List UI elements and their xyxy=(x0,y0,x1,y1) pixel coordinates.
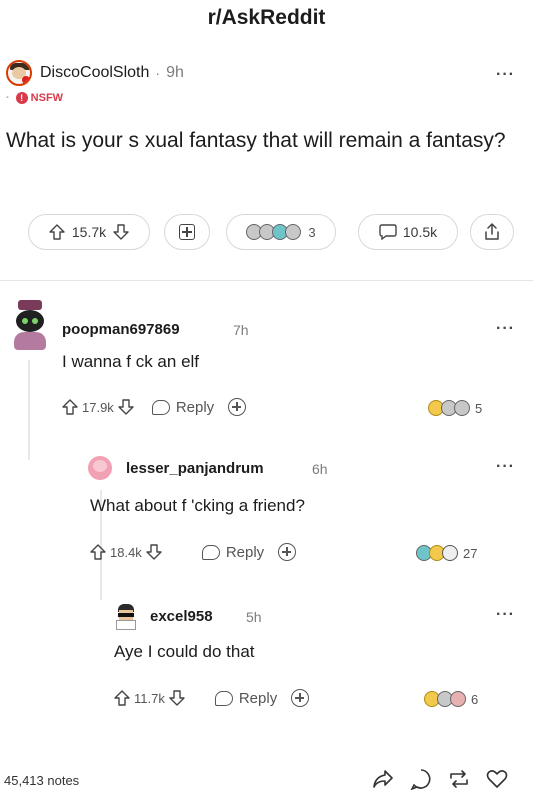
comment-time: 7h xyxy=(233,322,249,338)
nsfw-icon: ! xyxy=(15,92,28,104)
comment-upvote-count: 11.7k xyxy=(134,690,165,706)
reply-label: Reply xyxy=(175,398,215,416)
post-meta: DiscoCoolSloth · 9h xyxy=(6,60,184,86)
comment-count: 10.5k xyxy=(402,224,438,240)
reply-label: Reply xyxy=(238,689,278,707)
notes-count[interactable]: 45,413 notes xyxy=(4,773,79,788)
post-title[interactable]: What is your s xual fantasy that will re… xyxy=(6,128,506,154)
add-award-icon[interactable] xyxy=(291,689,310,707)
comment-text: What about f 'cking a friend? xyxy=(90,496,305,515)
comment-awards[interactable]: 5 xyxy=(428,400,482,416)
comment-time: 5h xyxy=(246,609,262,625)
post-time: 9h xyxy=(166,64,184,81)
comment-author[interactable]: excel958 xyxy=(150,608,213,625)
comments-button[interactable]: 10.5k xyxy=(358,214,458,250)
heart-icon[interactable] xyxy=(486,769,508,789)
comment-icon[interactable] xyxy=(410,768,432,790)
post-vote-bar: 15.7k xyxy=(28,214,150,250)
skull-award-icon xyxy=(442,545,458,561)
comment-time: 6h xyxy=(312,461,328,477)
comment-icon xyxy=(379,224,397,240)
comment-author[interactable]: poopman697869 xyxy=(62,321,180,338)
award-button[interactable] xyxy=(164,214,210,250)
nsfw-label: NSFW xyxy=(30,92,64,104)
share-button[interactable] xyxy=(470,214,514,250)
post-more-button[interactable]: ··· xyxy=(496,66,515,84)
add-award-icon[interactable] xyxy=(278,543,297,561)
reply-label: Reply xyxy=(225,543,265,561)
reply-button[interactable]: Reply xyxy=(214,689,278,707)
reply-icon xyxy=(151,399,170,415)
upvote-icon[interactable] xyxy=(114,690,130,706)
comment-upvote-count: 17.9k xyxy=(82,399,114,415)
commenter-avatar[interactable] xyxy=(10,300,50,350)
nsfw-flair: · ! NSFW xyxy=(6,92,63,104)
commenter-avatar[interactable] xyxy=(114,604,138,630)
post-upvote-count: 15.7k xyxy=(71,224,107,240)
upvote-icon[interactable] xyxy=(90,544,106,560)
comment-author[interactable]: lesser_panjandrum xyxy=(126,460,264,477)
reply-button[interactable]: Reply xyxy=(151,398,215,416)
downvote-icon[interactable] xyxy=(113,224,129,240)
comment-award-count: 5 xyxy=(475,400,483,416)
gift-icon xyxy=(179,224,195,240)
award-icon xyxy=(450,691,466,707)
comment-actions: 18.4k Reply xyxy=(90,543,297,561)
comment-awards[interactable]: 27 xyxy=(416,545,477,561)
comment-more-button[interactable]: ··· xyxy=(496,606,515,624)
comment-actions: 17.9k Reply xyxy=(62,398,247,416)
reply-button[interactable]: Reply xyxy=(201,543,265,561)
post-awards[interactable]: 3 xyxy=(226,214,336,250)
flair-bullet: · xyxy=(6,92,10,104)
downvote-icon[interactable] xyxy=(118,399,134,415)
comment-text: Aye I could do that xyxy=(114,642,255,661)
downvote-icon[interactable] xyxy=(169,690,185,706)
meta-separator: · xyxy=(155,65,161,81)
reply-icon xyxy=(201,544,220,560)
footer-actions xyxy=(372,768,524,790)
reply-icon xyxy=(214,690,233,706)
comment-awards[interactable]: 6 xyxy=(424,691,478,707)
reblog-icon[interactable] xyxy=(448,769,470,789)
comment-more-button[interactable]: ··· xyxy=(496,458,515,476)
award-icon xyxy=(285,224,302,240)
upvote-icon[interactable] xyxy=(49,224,65,240)
comment-text: I wanna f ck an elf xyxy=(62,352,200,371)
thread-line xyxy=(28,360,30,460)
post-award-count: 3 xyxy=(308,224,316,240)
author-avatar[interactable] xyxy=(6,60,32,86)
upvote-icon[interactable] xyxy=(62,399,78,415)
downvote-icon[interactable] xyxy=(146,544,162,560)
award-icon xyxy=(454,400,470,416)
comment-award-count: 27 xyxy=(463,545,478,561)
comment-award-count: 6 xyxy=(471,691,479,707)
share-arrow-icon[interactable] xyxy=(372,769,394,789)
add-award-icon[interactable] xyxy=(228,398,247,416)
comment-actions: 11.7k Reply xyxy=(114,689,310,707)
post-author[interactable]: DiscoCoolSloth xyxy=(40,64,149,82)
share-icon xyxy=(485,223,499,240)
section-divider xyxy=(0,280,533,281)
subreddit-title[interactable]: r/AskReddit xyxy=(0,6,533,30)
comment-upvote-count: 18.4k xyxy=(110,544,142,560)
comment-more-button[interactable]: ··· xyxy=(496,320,515,338)
commenter-avatar[interactable] xyxy=(88,456,112,480)
